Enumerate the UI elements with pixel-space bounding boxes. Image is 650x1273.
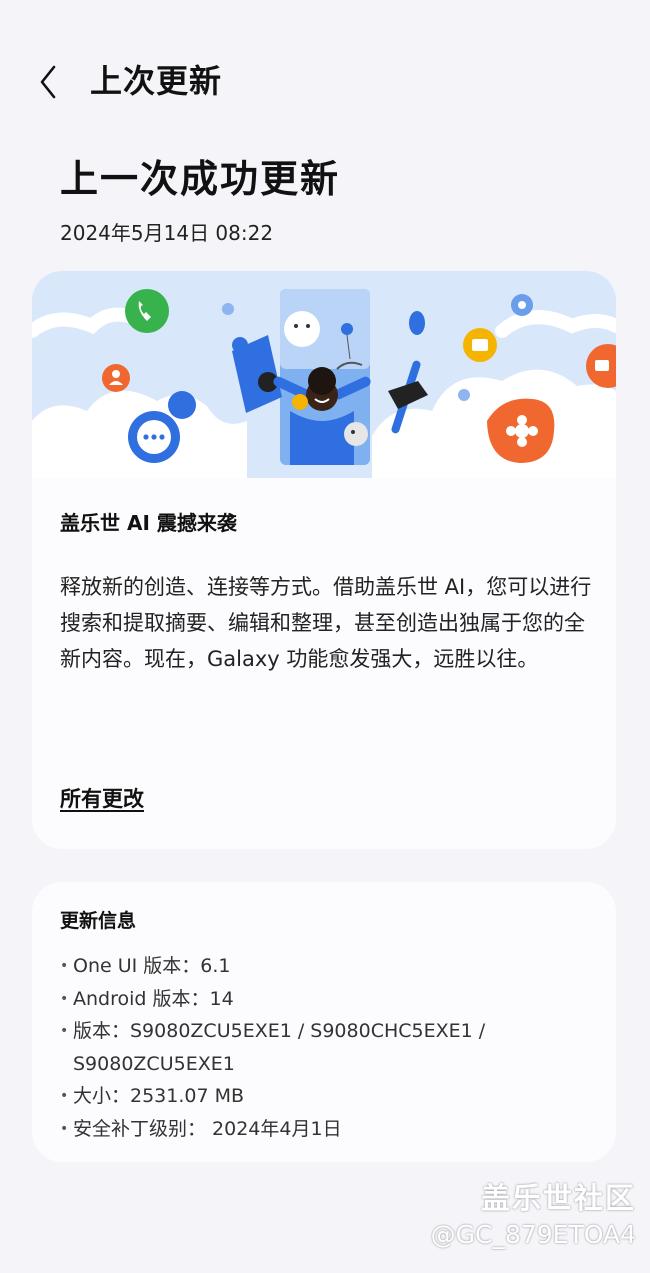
person-icon	[102, 364, 130, 392]
info-item-oneui-version: One UI 版本：6.1	[60, 950, 600, 983]
info-item-android-version: Android 版本：14	[60, 983, 600, 1016]
watermark-brand: 盖乐世社区	[480, 1181, 636, 1215]
gear-icon	[511, 294, 533, 316]
update-info-title: 更新信息	[60, 910, 137, 932]
all-changes-link[interactable]: 所有更改	[60, 783, 144, 813]
info-item-size: 大小：2531.07 MB	[60, 1080, 600, 1113]
app-header: 上次更新	[0, 48, 650, 110]
watermark-user: @GC_879ETOA4	[430, 1220, 636, 1249]
update-info-list: One UI 版本：6.1 Android 版本：14 版本：S9080ZCU5…	[60, 950, 600, 1145]
back-button[interactable]	[30, 54, 70, 100]
info-item-build-version: 版本：S9080ZCU5EXE1 / S9080CHC5EXE1 / S9080…	[60, 1015, 600, 1080]
update-info-card: 更新信息 One UI 版本：6.1 Android 版本：14 版本：S908…	[32, 882, 616, 1162]
feature-card: 盖乐世 AI 震撼来袭 释放新的创造、连接等方式。借助盖乐世 AI，您可以进行搜…	[32, 271, 616, 849]
page-title: 上次更新	[90, 62, 223, 100]
update-date: 2024年5月14日 08:22	[60, 221, 274, 245]
chevron-left-icon	[40, 65, 56, 99]
feature-description: 释放新的创造、连接等方式。借助盖乐世 AI，您可以进行搜索和提取摘要、编辑和整理…	[60, 575, 592, 671]
feature-banner	[32, 271, 616, 478]
phone-icon	[125, 289, 169, 333]
folder-icon	[463, 328, 497, 362]
status-title: 上一次成功更新	[60, 157, 341, 201]
feature-title: 盖乐世 AI 震撼来袭	[60, 511, 237, 535]
info-item-security-patch: 安全补丁级别： 2024年4月1日	[60, 1113, 600, 1146]
